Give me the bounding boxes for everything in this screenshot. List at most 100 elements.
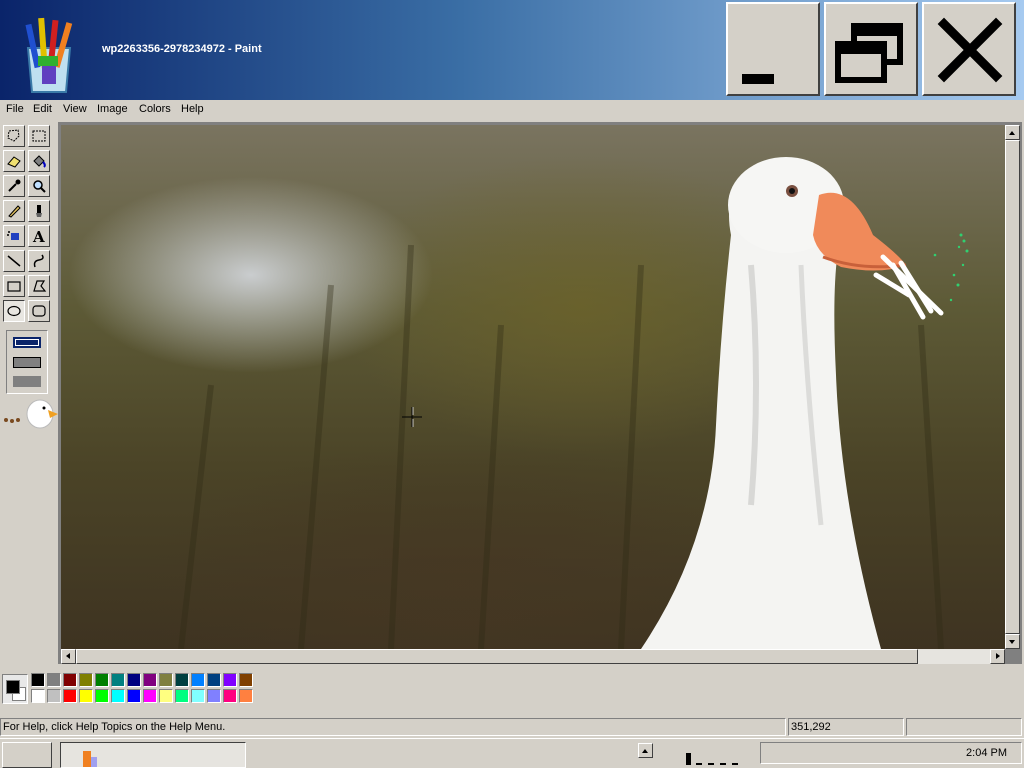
palette-swatch[interactable] — [223, 689, 237, 703]
tool-ellipse[interactable] — [3, 300, 25, 322]
eyedropper-icon — [8, 179, 21, 192]
scroll-right-button[interactable] — [990, 649, 1005, 664]
brush-icon — [36, 205, 42, 217]
status-help-text: For Help, click Help Topics on the Help … — [0, 718, 786, 736]
palette-swatch[interactable] — [175, 689, 189, 703]
scroll-up-button[interactable] — [1005, 125, 1020, 140]
palette-swatch[interactable] — [63, 689, 77, 703]
arrow-down-icon — [1009, 640, 1015, 644]
tool-rounded-rectangle[interactable] — [28, 300, 50, 322]
tool-select[interactable] — [28, 125, 50, 147]
language-indicator-icon — [686, 753, 746, 765]
menu-edit[interactable]: Edit — [33, 103, 52, 115]
system-tray: 2:04 PM — [760, 742, 1022, 764]
tool-polygon[interactable] — [28, 275, 50, 297]
text-icon: A — [32, 228, 45, 244]
fill-style-fill[interactable] — [13, 376, 41, 387]
palette-swatch[interactable] — [95, 689, 109, 703]
palette-swatch[interactable] — [95, 673, 109, 687]
menu-image[interactable]: Image — [97, 103, 128, 115]
scroll-left-button[interactable] — [61, 649, 76, 664]
palette-swatch[interactable] — [239, 673, 253, 687]
palette-swatch[interactable] — [223, 673, 237, 687]
rectangle-icon — [7, 281, 21, 292]
paint-bucket-icon — [33, 155, 46, 168]
scroll-down-button[interactable] — [1005, 634, 1020, 649]
status-size — [906, 718, 1022, 736]
tool-text[interactable]: A — [28, 225, 50, 247]
palette-swatch[interactable] — [143, 689, 157, 703]
horizontal-scroll-thumb[interactable] — [76, 649, 918, 664]
palette-swatch[interactable] — [191, 673, 205, 687]
tool-fill-with-color[interactable] — [28, 150, 50, 172]
tool-rectangle[interactable] — [3, 275, 25, 297]
fill-style-outline-fill[interactable] — [13, 357, 41, 368]
goose-cursor-sprite — [0, 390, 60, 430]
color-palette — [0, 668, 1024, 712]
menu-file[interactable]: File — [6, 103, 24, 115]
palette-swatch[interactable] — [79, 689, 93, 703]
paint-brushes-icon — [16, 4, 82, 94]
current-colors[interactable] — [2, 674, 28, 704]
tool-airbrush[interactable] — [3, 225, 25, 247]
airbrush-icon — [7, 231, 19, 240]
status-coordinates: 351,292 — [788, 718, 904, 736]
taskbar-scroll-up-button[interactable] — [638, 743, 653, 758]
palette-swatch[interactable] — [63, 673, 77, 687]
eraser-icon — [7, 156, 21, 168]
title-bar: wp2263356-2978234972 - Paint — [0, 0, 1024, 100]
palette-swatch[interactable] — [31, 673, 45, 687]
svg-text:A: A — [32, 228, 45, 244]
tool-eraser[interactable] — [3, 150, 25, 172]
tool-line[interactable] — [3, 250, 25, 272]
close-button[interactable] — [922, 2, 1016, 96]
ellipse-icon — [7, 305, 21, 317]
palette-swatch[interactable] — [159, 673, 173, 687]
palette-swatch[interactable] — [47, 689, 61, 703]
canvas-workspace — [58, 122, 1022, 664]
rounded-rectangle-icon — [32, 305, 46, 317]
start-button[interactable] — [2, 742, 52, 768]
restore-button[interactable] — [824, 2, 918, 96]
palette-swatch[interactable] — [143, 673, 157, 687]
curve-icon — [33, 254, 44, 268]
polygon-icon — [33, 280, 47, 292]
palette-swatch[interactable] — [159, 689, 173, 703]
palette-swatch[interactable] — [111, 689, 125, 703]
menu-help[interactable]: Help — [181, 103, 204, 115]
menu-view[interactable]: View — [63, 103, 87, 115]
menu-bar: File Edit View Image Colors Help — [0, 100, 1024, 120]
menu-colors[interactable]: Colors — [139, 103, 171, 115]
tool-pick-color[interactable] — [3, 175, 25, 197]
fill-style-outline[interactable] — [13, 337, 41, 348]
restore-icon — [835, 23, 903, 83]
tool-free-form-select[interactable] — [3, 125, 25, 147]
palette-swatch[interactable] — [79, 673, 93, 687]
palette-swatch[interactable] — [191, 689, 205, 703]
palette-swatch[interactable] — [127, 689, 141, 703]
tool-brush[interactable] — [28, 200, 50, 222]
palette-swatch[interactable] — [207, 689, 221, 703]
tool-magnifier[interactable] — [28, 175, 50, 197]
taskbar-paint-button[interactable] — [60, 742, 246, 768]
tool-pencil[interactable] — [3, 200, 25, 222]
palette-swatch[interactable] — [207, 673, 221, 687]
vertical-scrollbar[interactable] — [1005, 125, 1020, 649]
status-bar: For Help, click Help Topics on the Help … — [0, 716, 1024, 738]
palette-swatch[interactable] — [47, 673, 61, 687]
drawing-canvas[interactable] — [61, 125, 1005, 649]
horizontal-scrollbar[interactable] — [61, 649, 1005, 664]
palette-swatch[interactable] — [31, 689, 45, 703]
palette-swatch[interactable] — [127, 673, 141, 687]
tool-curve[interactable] — [28, 250, 50, 272]
foreground-color[interactable] — [6, 680, 20, 694]
minimize-button[interactable] — [726, 2, 820, 96]
palette-swatch[interactable] — [239, 689, 253, 703]
palette-swatch[interactable] — [111, 673, 125, 687]
arrow-left-icon — [66, 653, 70, 659]
goose-photo — [178, 157, 969, 649]
clock: 2:04 PM — [966, 747, 1007, 759]
free-form-select-icon — [7, 129, 20, 142]
vertical-scroll-thumb[interactable] — [1005, 140, 1020, 634]
palette-swatch[interactable] — [175, 673, 189, 687]
